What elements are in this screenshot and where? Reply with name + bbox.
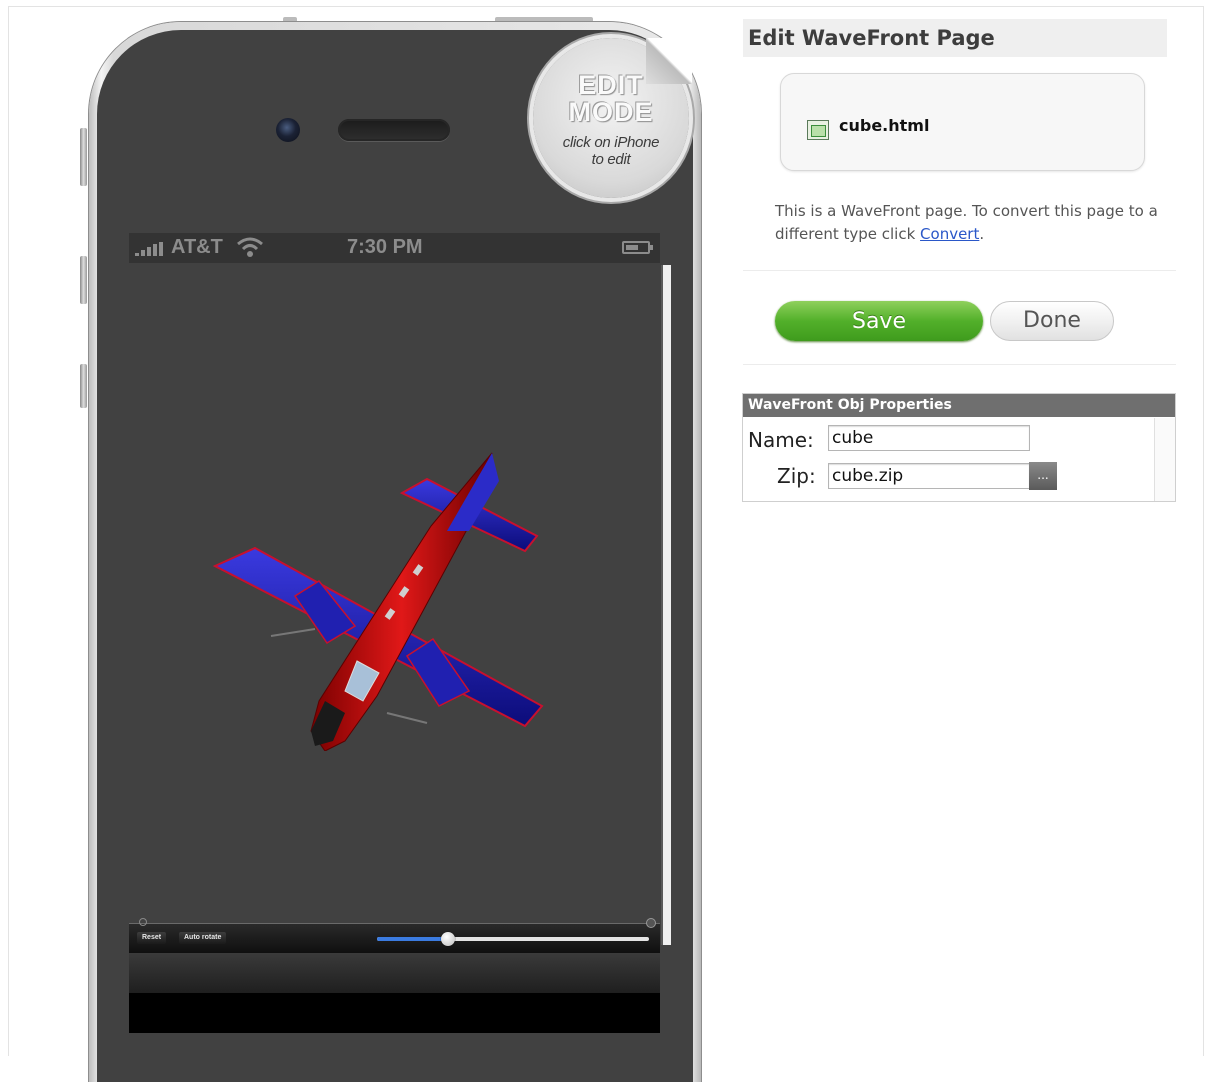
- file-name[interactable]: cube.html: [839, 116, 929, 135]
- badge-hint-line2: to edit: [591, 151, 631, 168]
- screen-bottom: [129, 993, 660, 1033]
- mute-switch: [80, 128, 87, 186]
- page-curl-icon: [646, 38, 692, 84]
- screen-scrollbar[interactable]: [661, 265, 671, 945]
- signal-bars-icon: [135, 242, 167, 256]
- convert-link[interactable]: Convert: [920, 225, 979, 243]
- camera-icon: [276, 118, 300, 142]
- wifi-icon: [237, 237, 263, 257]
- done-button[interactable]: Done: [990, 301, 1114, 341]
- file-card: cube.html: [780, 73, 1145, 171]
- divider: [743, 364, 1176, 365]
- html-file-icon: [807, 120, 829, 140]
- speaker-grille: [338, 119, 450, 141]
- page-title: Edit WaveFront Page: [743, 19, 1167, 57]
- volume-down-button: [80, 364, 87, 408]
- save-button[interactable]: Save: [775, 301, 983, 341]
- properties-header: WaveFront Obj Properties: [743, 394, 1175, 417]
- settings-gear-icon[interactable]: [646, 918, 656, 928]
- name-field[interactable]: [828, 425, 1030, 451]
- carrier-name: AT&T: [171, 236, 223, 258]
- zip-field[interactable]: [828, 463, 1030, 489]
- auto-rotate-button[interactable]: Auto rotate: [179, 932, 227, 944]
- volume-up-button: [80, 256, 87, 304]
- badge-title-line2: MODE: [568, 97, 654, 127]
- rotate-left-icon[interactable]: [139, 918, 147, 926]
- battery-icon: [622, 241, 653, 254]
- zoom-slider-knob[interactable]: [440, 932, 455, 946]
- status-bar: AT&T 7:30 PM: [129, 233, 660, 263]
- iphone-screen[interactable]: AT&T 7:30 PM Reset Auto rotate: [129, 233, 671, 1033]
- status-time: 7:30 PM: [347, 236, 423, 258]
- dock-bar: [129, 953, 660, 993]
- reset-button[interactable]: Reset: [137, 932, 167, 944]
- browse-button[interactable]: ...: [1029, 462, 1057, 490]
- properties-scrollbar[interactable]: [1154, 418, 1175, 501]
- divider: [743, 270, 1176, 271]
- zoom-slider[interactable]: [377, 932, 649, 946]
- description-suffix: .: [979, 225, 985, 243]
- properties-panel: WaveFront Obj Properties Name: Zip: ...: [742, 393, 1176, 502]
- airplane-3d-model[interactable]: [207, 451, 547, 751]
- viewer-controls: Reset Auto rotate: [129, 918, 660, 954]
- badge-hint-line1: click on iPhone: [562, 134, 660, 151]
- zip-label: Zip:: [777, 464, 816, 488]
- page-description: This is a WaveFront page. To convert thi…: [775, 200, 1175, 246]
- name-label: Name:: [748, 428, 814, 452]
- zoom-slider-fill: [377, 937, 448, 941]
